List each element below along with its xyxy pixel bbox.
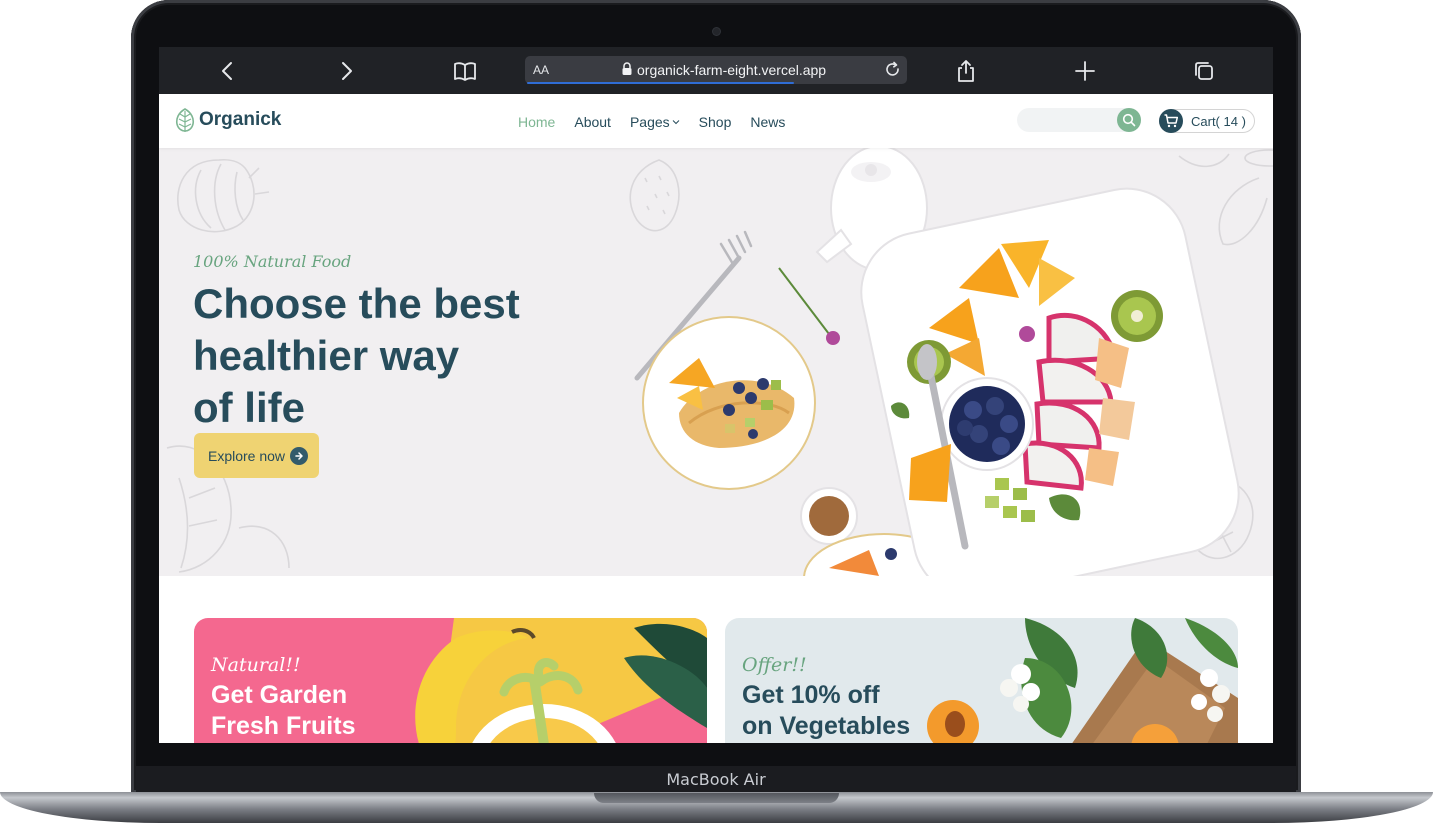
search-input[interactable] — [1025, 111, 1117, 131]
logo-text: Organick — [199, 109, 282, 130]
cart-label: Cart( 14 ) — [1191, 114, 1246, 129]
arrow-right-icon — [290, 446, 309, 465]
main-nav: Home About Pages Shop News — [518, 114, 804, 130]
explore-now-button[interactable]: Explore now — [194, 433, 319, 478]
banner-title-line: Fresh Fruits — [211, 712, 356, 740]
cart-button[interactable]: Cart( 14 ) — [1159, 109, 1255, 133]
logo[interactable]: Organick — [174, 107, 281, 133]
back-icon[interactable] — [214, 57, 242, 85]
laptop-chin: MacBook Air — [136, 766, 1296, 793]
site-header: Organick Home About Pages Shop News Cart… — [159, 94, 1273, 148]
bookmarks-icon[interactable] — [451, 57, 479, 85]
search-icon — [1122, 113, 1136, 127]
device-label: MacBook Air — [666, 770, 766, 789]
banner-title: Get 10% off on Vegetables — [742, 680, 910, 742]
hero-title-line: healthier way — [193, 332, 460, 379]
nav-item-shop[interactable]: Shop — [699, 114, 732, 130]
hero-title: Choose the best healthier way of life — [193, 278, 613, 434]
banner-title-line: Get Garden — [211, 681, 348, 709]
chevron-down-icon — [672, 120, 680, 125]
banner-tagline: Offer!! — [742, 654, 807, 676]
lock-icon — [622, 62, 632, 75]
search-button[interactable] — [1117, 108, 1141, 132]
nav-item-pages[interactable]: Pages — [630, 114, 680, 130]
load-progress-bar — [527, 82, 795, 84]
vegetables-offer-banner[interactable]: Offer!! Get 10% off on Vegetables — [725, 618, 1238, 743]
screen: AA organick-farm-eight.vercel.app Organi… — [159, 47, 1273, 743]
banner-title-line: on Vegetables — [742, 712, 911, 740]
reload-icon[interactable] — [883, 60, 903, 80]
hero-tagline: 100% Natural Food — [193, 252, 352, 271]
nav-item-home[interactable]: Home — [518, 114, 555, 130]
leaf-logo-icon — [175, 108, 195, 132]
search-box — [1017, 108, 1141, 132]
laptop-notch — [594, 793, 839, 803]
camera-icon — [713, 28, 720, 35]
browser-toolbar: AA organick-farm-eight.vercel.app — [159, 47, 1273, 94]
share-icon[interactable] — [952, 57, 980, 85]
hero-section: 100% Natural Food Choose the best health… — [159, 148, 1273, 576]
tabs-icon[interactable] — [1190, 57, 1218, 85]
nav-item-pages-label: Pages — [629, 114, 670, 130]
address-bar[interactable]: AA organick-farm-eight.vercel.app — [525, 56, 907, 84]
new-tab-icon[interactable] — [1071, 57, 1099, 85]
cart-icon — [1159, 109, 1183, 133]
forward-icon[interactable] — [332, 57, 360, 85]
hero-title-line: of life — [193, 384, 305, 431]
text-size-button[interactable]: AA — [533, 63, 549, 77]
hero-title-line: Choose the best — [193, 280, 520, 327]
banner-title: Get Garden Fresh Fruits — [211, 680, 355, 742]
nav-item-about[interactable]: About — [574, 114, 611, 130]
banner-tagline: Natural!! — [211, 654, 301, 676]
url-text: organick-farm-eight.vercel.app — [637, 62, 827, 78]
fruits-offer-banner[interactable]: Natural!! Get Garden Fresh Fruits — [194, 618, 707, 743]
hero-food-image — [634, 148, 1240, 576]
explore-now-label: Explore now — [208, 447, 286, 464]
nav-item-news[interactable]: News — [750, 114, 785, 130]
banner-title-line: Get 10% off — [742, 681, 880, 709]
